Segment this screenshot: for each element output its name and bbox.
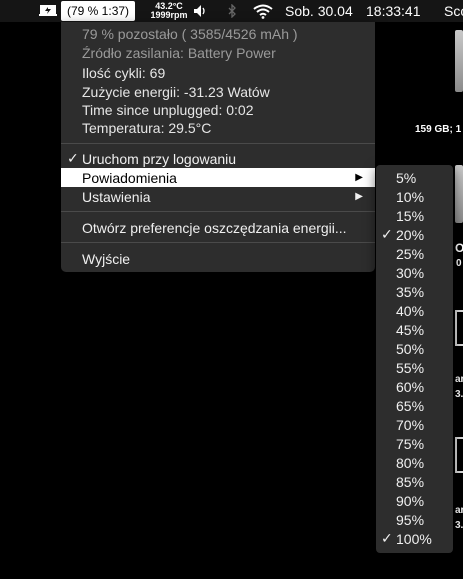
quit-label: Wyjście <box>82 250 131 267</box>
threshold-option-label: 25% <box>396 245 425 262</box>
desktop-fragment: 3.3 <box>455 520 463 531</box>
checkmark-icon: ✓ <box>67 150 79 166</box>
disk-icon <box>455 30 463 92</box>
threshold-option-label: 40% <box>396 302 425 319</box>
threshold-option-label: 75% <box>396 435 425 452</box>
battery-status[interactable]: (79 % 1:37) <box>61 1 136 21</box>
checkmark-icon: ✓ <box>381 530 393 546</box>
desktop-fragment: 0 <box>456 258 462 269</box>
threshold-option[interactable]: ✓ 20% <box>376 225 453 244</box>
threshold-option[interactable]: 10% <box>376 187 453 206</box>
open-energy-prefs-item[interactable]: Otwórz preferencje oszczędzania energii.… <box>61 218 375 237</box>
checkmark-icon: ✓ <box>381 226 393 242</box>
threshold-option[interactable]: 70% <box>376 415 453 434</box>
desktop-fragment: ar <box>455 505 463 516</box>
threshold-option-label: 80% <box>396 454 425 471</box>
disk-label: 159 GB; 1 <box>415 124 462 135</box>
quit-item[interactable]: Wyjście <box>61 249 375 268</box>
menu-separator <box>61 143 375 144</box>
window-thumbnail <box>455 437 463 473</box>
open-energy-prefs-label: Otwórz preferencje oszczędzania energii.… <box>82 219 347 236</box>
threshold-option[interactable]: 75% <box>376 434 453 453</box>
threshold-option-label: 50% <box>396 340 425 357</box>
settings-label: Ustawienia <box>82 188 151 205</box>
notifications-item[interactable]: Powiadomienia ▶ <box>61 168 375 187</box>
threshold-option-label: 70% <box>396 416 425 433</box>
threshold-option[interactable]: 45% <box>376 320 453 339</box>
menubar-partial-item[interactable]: Sco <box>444 0 463 22</box>
bluetooth-icon[interactable] <box>226 0 238 22</box>
volume-icon[interactable] <box>193 0 209 22</box>
threshold-option-label: 15% <box>396 207 425 224</box>
submenu-arrow-icon: ▶ <box>355 172 363 183</box>
disk-icon-2 <box>455 165 463 223</box>
threshold-option-label: 85% <box>396 473 425 490</box>
menubar-date[interactable]: Sob. 30.04 <box>285 0 353 22</box>
battery-menu: 79 % pozostało ( 3585/4526 mAh ) Źródło … <box>61 22 375 272</box>
threshold-option[interactable]: 30% <box>376 263 453 282</box>
threshold-option-label: 55% <box>396 359 425 376</box>
desktop-fragment: ar <box>455 374 463 385</box>
settings-item[interactable]: Ustawienia ▶ <box>61 187 375 206</box>
threshold-option-label: 35% <box>396 283 425 300</box>
threshold-option[interactable]: 60% <box>376 377 453 396</box>
threshold-option-label: 20% <box>396 226 425 243</box>
power-source: Źródło zasilania: Battery Power <box>82 45 276 61</box>
threshold-option[interactable]: 90% <box>376 491 453 510</box>
notifications-submenu: 5% 10% 15% ✓ 20% 25% 30% 35% 40% 45% 50% 55% 60% 65% 7… <box>376 165 453 553</box>
launch-at-login-label: Uruchom przy logowaniu <box>82 150 237 167</box>
threshold-option[interactable]: 95% <box>376 510 453 529</box>
threshold-option[interactable]: 50% <box>376 339 453 358</box>
threshold-option-label: 90% <box>396 492 425 509</box>
power-app-icon[interactable] <box>38 0 58 22</box>
threshold-option-label: 95% <box>396 511 425 528</box>
threshold-option[interactable]: 65% <box>376 396 453 415</box>
cycle-count: Ilość cykli: 69 <box>82 65 166 81</box>
menu-separator <box>61 211 375 212</box>
threshold-option[interactable]: 35% <box>376 282 453 301</box>
threshold-option[interactable]: 80% <box>376 453 453 472</box>
submenu-arrow-icon: ▶ <box>355 191 363 202</box>
energy-usage: Zużycie energii: -31.23 Watów <box>82 84 270 100</box>
threshold-option-label: 5% <box>396 169 417 186</box>
time-since-unplugged: Time since unplugged: 0:02 <box>82 102 254 118</box>
system-stats[interactable]: 43.2°C 1999rpm <box>148 0 190 22</box>
threshold-option[interactable]: 15% <box>376 206 453 225</box>
menu-separator <box>61 242 375 243</box>
threshold-option-label: 60% <box>396 378 425 395</box>
threshold-option-label: 65% <box>396 397 425 414</box>
wifi-icon[interactable] <box>253 0 273 22</box>
threshold-option[interactable]: 55% <box>376 358 453 377</box>
menu-bar: (79 % 1:37) 43.2°C 1999rpm Sob. 30.04 18… <box>0 0 463 22</box>
launch-at-login-item[interactable]: ✓ Uruchom przy logowaniu <box>61 149 375 168</box>
notifications-label: Powiadomienia <box>82 169 177 186</box>
menubar-clock[interactable]: 18:33:41 <box>366 0 421 22</box>
desktop-fragment: O <box>455 241 463 255</box>
battery-temperature: Temperatura: 29.5°C <box>82 120 212 136</box>
fan-rpm: 1999rpm <box>150 10 188 20</box>
threshold-option[interactable]: 5% <box>376 168 453 187</box>
threshold-option-label: 30% <box>396 264 425 281</box>
window-thumbnail <box>455 310 463 346</box>
threshold-option[interactable]: 40% <box>376 301 453 320</box>
threshold-option[interactable]: ✓ 100% <box>376 529 453 548</box>
desktop-fragment: 3.3 <box>455 389 463 400</box>
threshold-option-label: 100% <box>396 530 432 547</box>
threshold-option[interactable]: 25% <box>376 244 453 263</box>
threshold-option-label: 45% <box>396 321 425 338</box>
battery-remaining: 79 % pozostało ( 3585/4526 mAh ) <box>82 26 298 42</box>
threshold-option-label: 10% <box>396 188 425 205</box>
threshold-option[interactable]: 85% <box>376 472 453 491</box>
